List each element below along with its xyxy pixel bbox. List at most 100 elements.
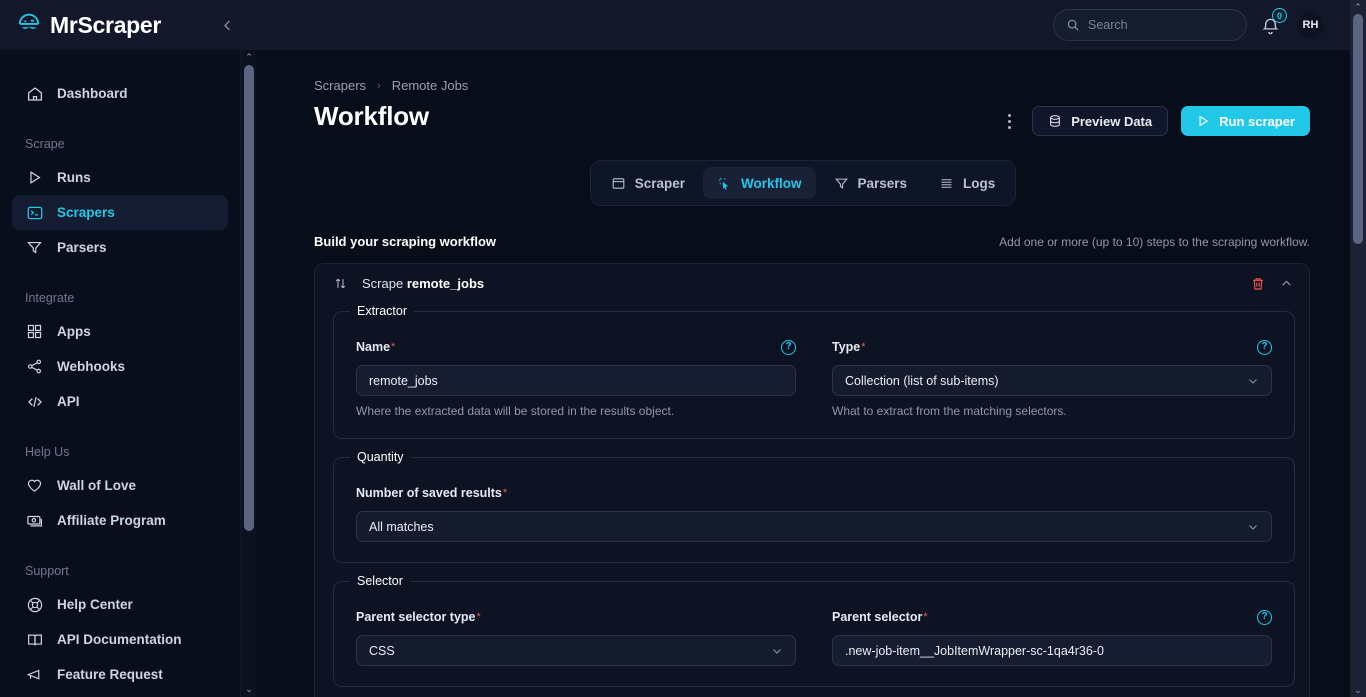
search-box[interactable]	[1053, 9, 1247, 41]
page-scrollbar-thumb[interactable]	[1353, 14, 1363, 244]
run-scraper-button[interactable]: Run scraper	[1181, 106, 1310, 136]
sidebar-item-help-center[interactable]: Help Center	[12, 587, 228, 622]
main-content: Scrapers › Remote Jobs Workflow Preview …	[256, 50, 1350, 697]
chevron-down-icon	[1247, 521, 1259, 533]
sidebar-item-affiliate-program[interactable]: Affiliate Program	[12, 503, 228, 538]
mustache-face-icon	[16, 12, 42, 38]
saved-results-select[interactable]: All matches	[356, 511, 1272, 542]
saved-results-value: All matches	[369, 519, 434, 534]
notifications-button[interactable]: 0	[1261, 8, 1287, 38]
sidebar-item-webhooks[interactable]: Webhooks	[12, 349, 228, 384]
build-workflow-hint: Add one or more (up to 10) steps to the …	[999, 235, 1310, 249]
sidebar-group-scrape: Scrape	[25, 137, 65, 151]
sort-up-down-icon[interactable]	[333, 276, 348, 291]
page-scroll-up-arrow[interactable]: ⌃	[1350, 0, 1366, 14]
brand[interactable]: MrScraper	[0, 12, 212, 39]
sidebar-item-label: Help Center	[57, 597, 133, 612]
preview-data-button[interactable]: Preview Data	[1032, 106, 1169, 136]
header-actions: Preview Data Run scraper	[999, 101, 1310, 136]
sidebar-item-wall-of-love[interactable]: Wall of Love	[12, 468, 228, 503]
page-scrollbar[interactable]: ⌃ ⌄	[1350, 0, 1366, 697]
sidebar: Dashboard Scrape Runs Scrapers Parsers I…	[0, 50, 240, 697]
build-workflow-row: Build your scraping workflow Add one or …	[314, 234, 1310, 249]
extractor-name-input[interactable]: remote_jobs	[356, 365, 796, 396]
chevron-down-icon	[1247, 375, 1259, 387]
sidebar-item-label: Wall of Love	[57, 478, 137, 493]
search-icon	[1066, 18, 1080, 32]
trash-icon[interactable]	[1250, 276, 1266, 292]
tab-logs[interactable]: Logs	[925, 167, 1009, 199]
tab-label: Scraper	[634, 175, 685, 191]
breadcrumb: Scrapers › Remote Jobs	[256, 50, 1350, 93]
sidebar-item-label: API	[57, 394, 80, 409]
breadcrumb-item-remote-jobs[interactable]: Remote Jobs	[392, 78, 469, 93]
chevron-up-icon[interactable]	[1280, 277, 1293, 290]
sidebar-group-support: Support	[25, 564, 69, 578]
parent-selector-input[interactable]: .new-job-item__JobItemWrapper-sc-1qa4r36…	[832, 635, 1272, 666]
funnel-icon	[25, 238, 44, 257]
quantity-fieldset: Quantity Number of saved results * All m…	[333, 450, 1295, 563]
chevron-down-icon	[771, 645, 783, 657]
play-icon	[1196, 114, 1210, 128]
sidebar-item-feature-request[interactable]: Feature Request	[12, 657, 228, 692]
chevron-left-icon	[220, 18, 235, 33]
sidebar-scrollbar-thumb[interactable]	[244, 65, 254, 531]
parent-selector-type-label: Parent selector type	[356, 610, 476, 624]
tab-workflow[interactable]: Workflow	[703, 167, 816, 199]
sidebar-item-label: Feature Request	[57, 667, 163, 682]
tab-scraper[interactable]: Scraper	[597, 167, 699, 199]
tab-label: Logs	[963, 175, 996, 191]
extractor-type-select[interactable]: Collection (list of sub-items)	[832, 365, 1272, 396]
parent-selector-value: .new-job-item__JobItemWrapper-sc-1qa4r36…	[845, 643, 1104, 658]
page-scroll-down-arrow[interactable]: ⌄	[1350, 683, 1366, 697]
brand-name: MrScraper	[50, 11, 162, 38]
extractor-name-hint: Where the extracted data will be stored …	[356, 404, 675, 418]
question-circle-icon[interactable]: ?	[1257, 339, 1272, 355]
sidebar-item-dashboard[interactable]: Dashboard	[12, 76, 228, 111]
sidebar-item-scrapers[interactable]: Scrapers	[12, 195, 228, 230]
parent-selector-group: Parent selector * ? .new-job-item__JobIt…	[832, 608, 1272, 666]
sidebar-scrollbar[interactable]: ⌃ ⌄	[240, 50, 256, 697]
notification-count-badge: 0	[1272, 8, 1287, 23]
parent-selector-type-value: CSS	[369, 643, 395, 658]
money-card-icon	[25, 511, 44, 530]
required-marker: *	[476, 611, 481, 623]
sidebar-item-label: Apps	[57, 324, 91, 339]
database-icon	[1048, 114, 1062, 128]
page-title: Workflow	[314, 101, 429, 131]
question-circle-icon[interactable]: ?	[781, 339, 796, 355]
sidebar-item-api-documentation[interactable]: API Documentation	[12, 622, 228, 657]
sidebar-scroll-up-arrow[interactable]: ⌃	[241, 50, 257, 65]
sidebar-item-label: Affiliate Program	[57, 513, 166, 528]
question-circle-icon[interactable]: ?	[1257, 609, 1272, 625]
extractor-type-label: Type	[832, 340, 861, 354]
breadcrumb-separator-icon: ›	[377, 79, 381, 92]
sidebar-item-parsers[interactable]: Parsers	[12, 230, 228, 265]
share-nodes-icon	[25, 357, 44, 376]
topbar-right-group: 0 RH	[1053, 8, 1366, 41]
parent-selector-label: Parent selector	[832, 610, 923, 624]
required-marker: *	[502, 487, 508, 499]
sidebar-group-help-us: Help Us	[25, 445, 70, 459]
vertical-dots-icon[interactable]	[999, 113, 1019, 129]
sidebar-item-apps[interactable]: Apps	[12, 314, 228, 349]
selector-legend: Selector	[350, 574, 410, 588]
extractor-name-label: Name	[356, 340, 391, 354]
extractor-type-group: Type * ? Collection (list of sub-items) …	[832, 338, 1272, 418]
step-title-prefix: Scrape	[362, 276, 407, 291]
workflow-step-title: Scrape remote_jobs	[362, 276, 484, 291]
tab-parsers[interactable]: Parsers	[820, 167, 922, 199]
grid-dots-icon	[25, 322, 44, 341]
sidebar-item-api[interactable]: API	[12, 384, 228, 419]
extractor-type-hint: What to extract from the matching select…	[832, 404, 1067, 418]
extractor-name-group: Name * ? remote_jobs Where the extracted…	[356, 338, 796, 418]
workflow-step-header-actions	[1250, 276, 1293, 292]
search-input[interactable]	[1088, 18, 1228, 32]
tab-label: Workflow	[741, 175, 802, 191]
breadcrumb-item-scrapers[interactable]: Scrapers	[314, 78, 366, 93]
sidebar-collapse-button[interactable]	[212, 10, 242, 40]
avatar[interactable]: RH	[1297, 11, 1324, 39]
parent-selector-type-select[interactable]: CSS	[356, 635, 796, 666]
sidebar-scroll-down-arrow[interactable]: ⌄	[241, 682, 257, 697]
sidebar-item-runs[interactable]: Runs	[12, 160, 228, 195]
